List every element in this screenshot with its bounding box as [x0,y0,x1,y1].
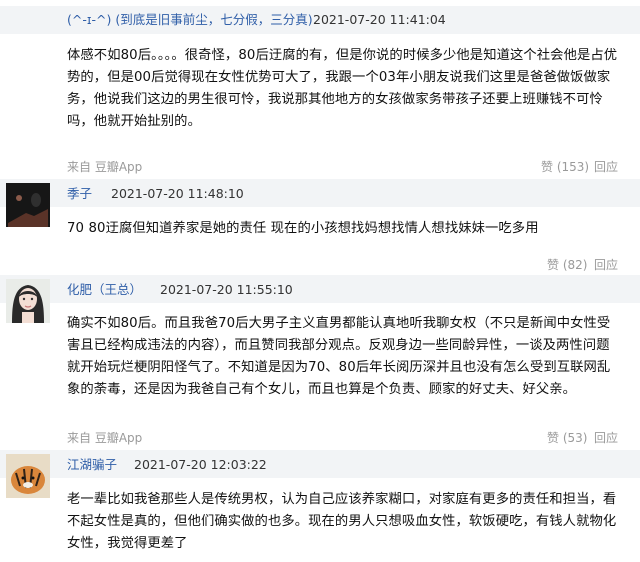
reply-button[interactable]: 回应 [594,257,618,273]
avatar-woman[interactable] [6,279,50,323]
comment-timestamp: 2021-07-20 11:48:10 [111,186,244,201]
commenter-name[interactable]: 季子 [67,186,92,202]
like-button[interactable]: 赞 (82) [547,257,587,273]
reply-button[interactable]: 回应 [594,430,618,446]
like-button[interactable]: 赞 (153) [541,159,589,175]
comment-header [0,179,640,207]
comment-text: 老一辈比如我爸那些人是传统男权，认为自己应该养家糊口，对家庭有更多的责任和担当，… [67,492,617,551]
avatar-dark[interactable] [6,183,50,227]
comment-thread: (^-ɪ-^) (到底是旧事前尘，七分假，三分真) 2021-07-20 11:… [0,0,640,562]
comment-text: 70 80迂腐但知道养家是她的责任 现在的小孩想找妈想找情人想找妹妹一吃多用 [67,221,539,236]
source-label: 来自 豆瓣App [67,431,143,445]
comment-text: 体感不如80后。。。。很奇怪，80后迂腐的有，但是你说的时候多少他是知道这个社会… [67,48,618,129]
like-button[interactable]: 赞 (53) [547,430,587,446]
comment-timestamp: 2021-07-20 12:03:22 [134,457,267,472]
commenter-name[interactable]: 江湖骗子 [67,457,117,473]
commenter-name[interactable]: (^-ɪ-^) (到底是旧事前尘，七分假，三分真) [67,12,313,28]
source-label: 来自 豆瓣App [67,160,143,174]
comment-timestamp: 2021-07-20 11:41:04 [313,12,446,27]
avatar-tiger[interactable] [6,454,50,498]
commenter-name[interactable]: 化肥（王总） [67,282,142,298]
comment-text: 确实不如80后。而且我爸70后大男子主义直男都能认真地听我聊女权（不只是新闻中女… [67,316,611,397]
comment-timestamp: 2021-07-20 11:55:10 [160,282,293,297]
reply-button[interactable]: 回应 [594,159,618,175]
